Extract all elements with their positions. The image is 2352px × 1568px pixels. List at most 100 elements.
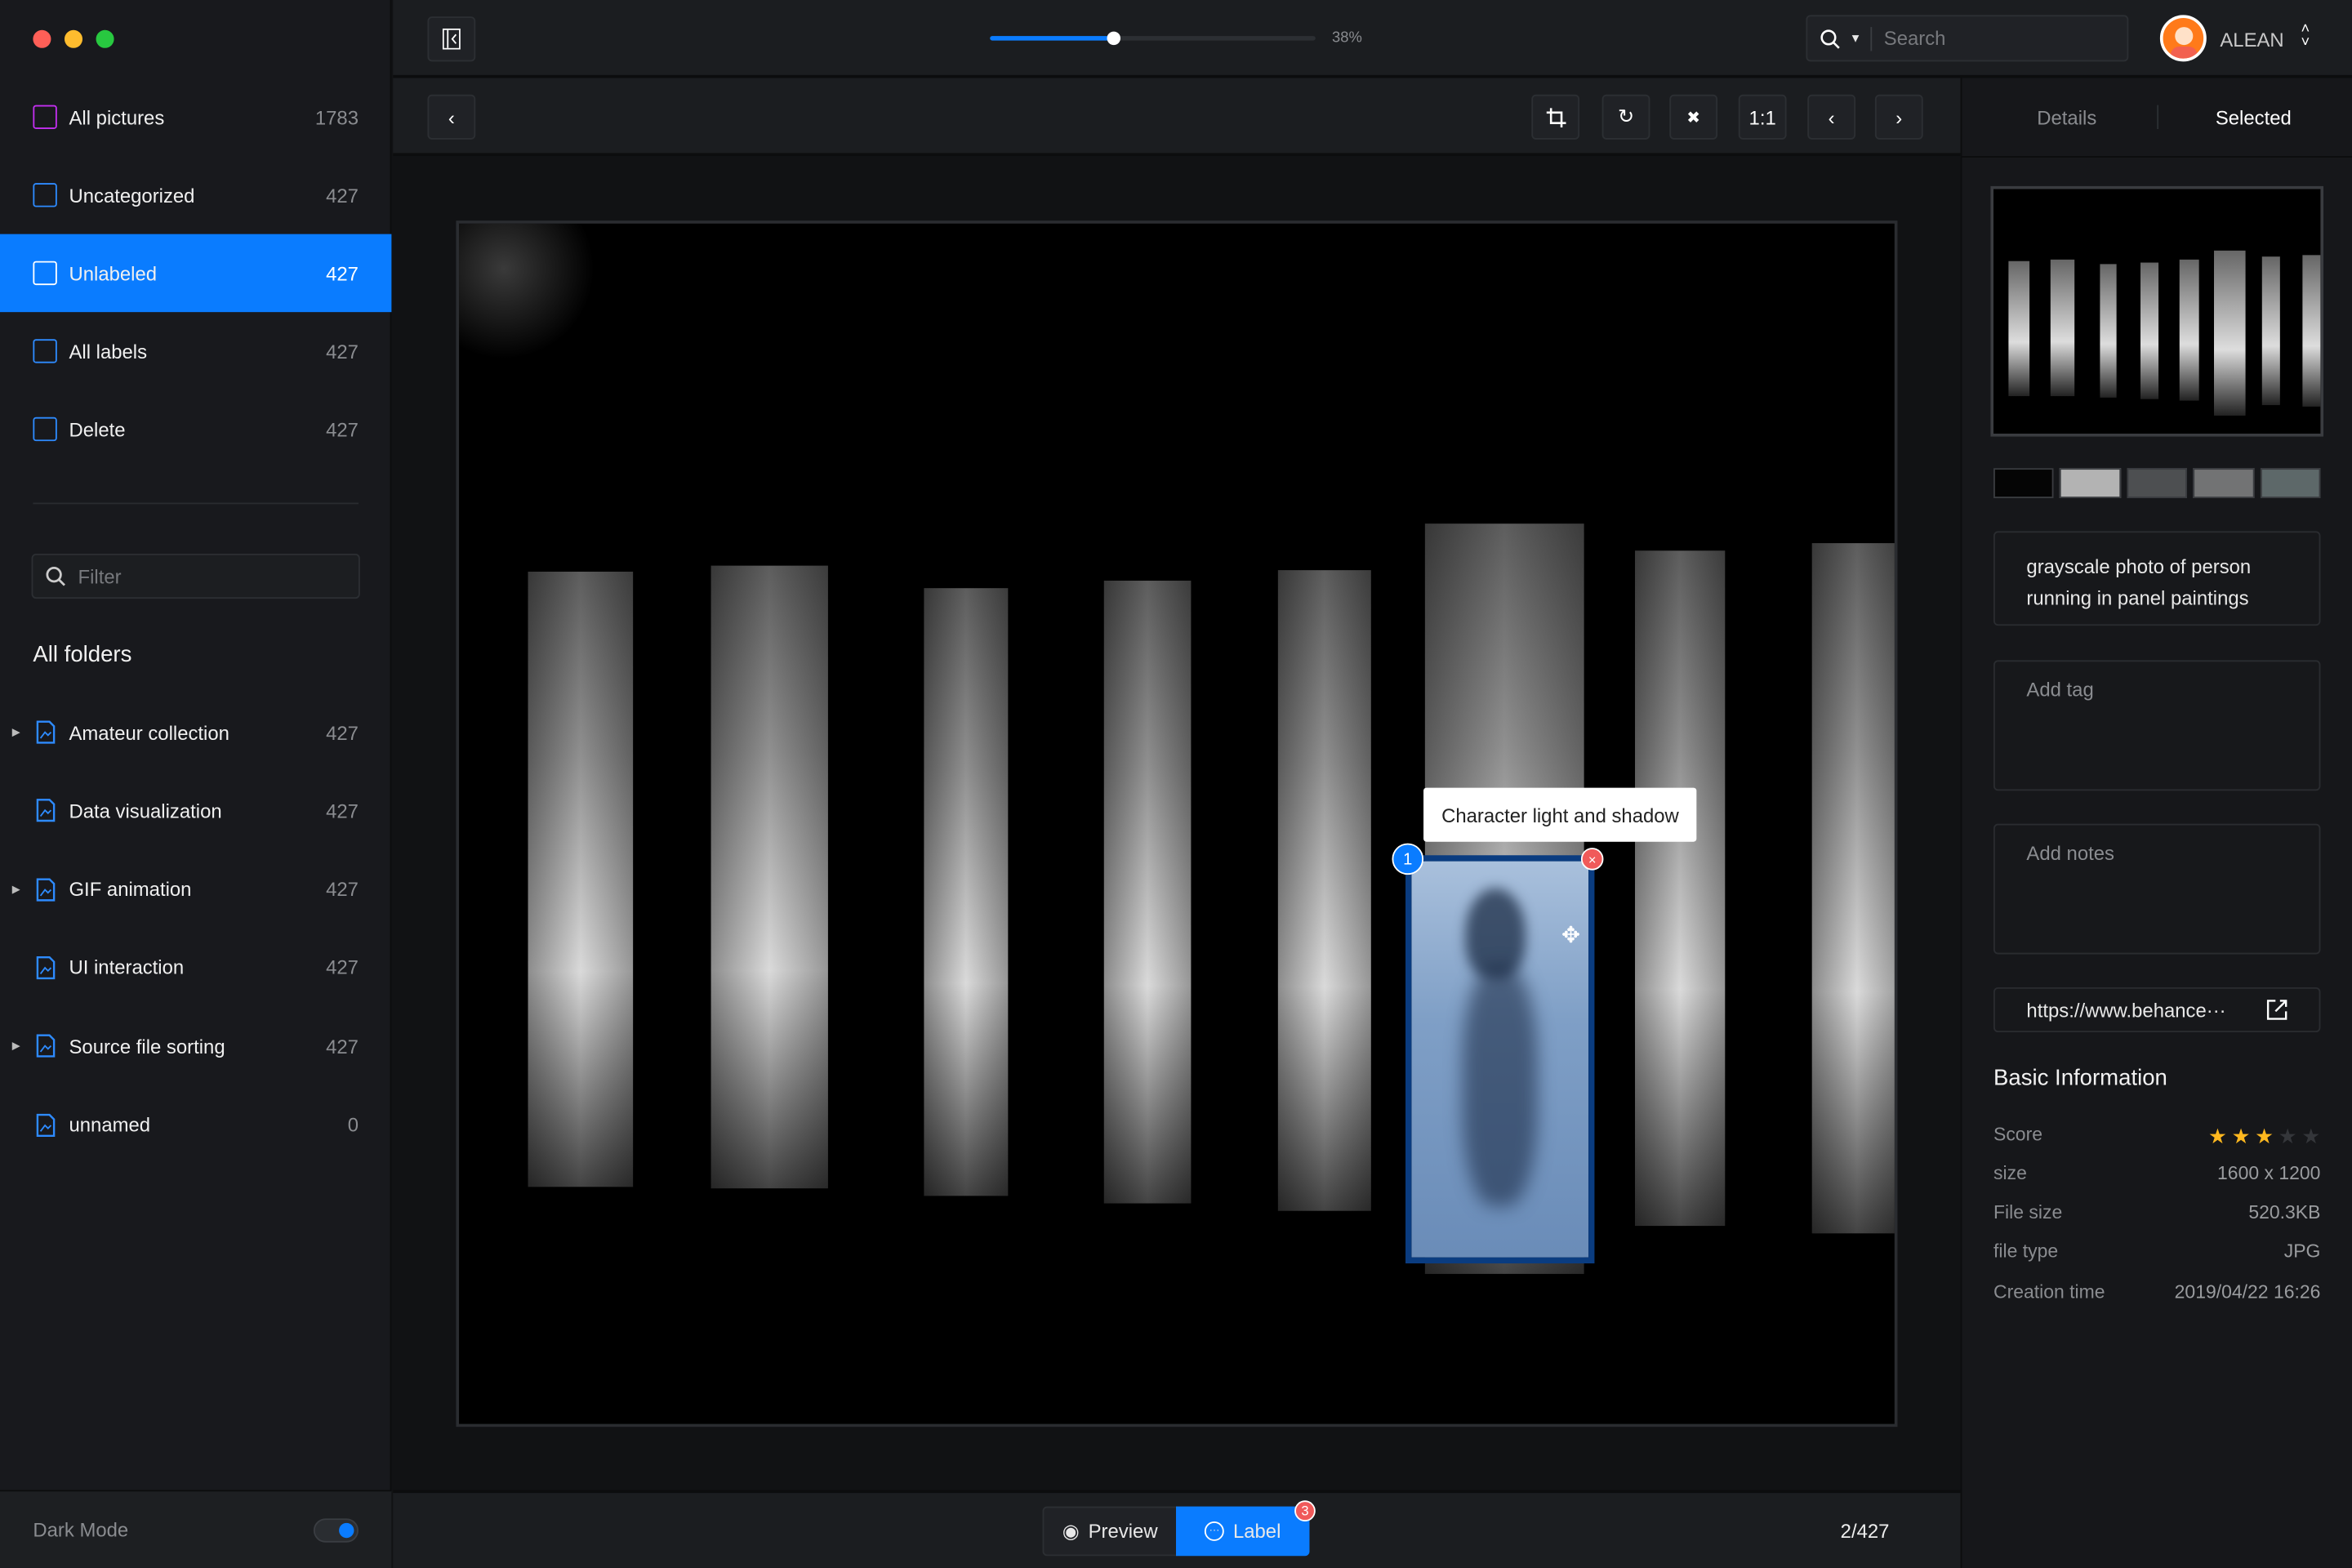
tab-details[interactable]: Details [2037,106,2096,129]
score-label: Score [1993,1124,2042,1145]
sidebar-item-label: All pictures [69,105,165,129]
dark-mode-label: Dark Mode [33,1518,129,1541]
thumbnail-panel [2051,259,2074,397]
info-value: JPG [2283,1241,2321,1263]
star-icon[interactable]: ★ [2208,1124,2227,1147]
add-tag-field[interactable]: Add tag [1993,660,2321,791]
sidebar-item-label: Uncategorized [69,184,195,207]
back-button[interactable]: ‹ [427,94,476,140]
sidebar-item-all-pictures[interactable]: All pictures 1783 [0,78,391,157]
annotation-label[interactable]: Character light and shadow [1423,787,1697,842]
window-minimize-button[interactable] [64,29,83,48]
source-link-text[interactable]: https://www.behance··· [2026,1000,2225,1022]
description-field[interactable]: grayscale photo of person running in pan… [1993,531,2321,626]
eye-icon: ◉ [1062,1519,1080,1542]
previous-image-button[interactable]: ‹ [1807,94,1856,140]
user-menu-chevron-icon[interactable]: ˄ ˅ [2301,22,2310,51]
actual-size-button[interactable]: 1:1 [1738,94,1787,140]
expand-caret-icon[interactable]: ▶ [12,883,20,895]
move-cursor-icon: ✥ [1561,922,1581,949]
collapse-sidebar-button[interactable] [427,16,476,62]
info-row: Creation time 2019/04/22 16:26 [1993,1281,2320,1302]
fit-screen-button[interactable]: ✖ [1669,94,1718,140]
search-input[interactable]: ▼ Search [1806,15,2129,62]
sidebar-item-unlabeled[interactable]: Unlabeled 427 [0,234,392,313]
thumbnail-panel [2140,262,2158,399]
folder-item[interactable]: ▶ Source file sorting 427 [0,1007,391,1085]
palette-swatch[interactable] [2060,468,2121,498]
photo-panel [528,572,634,1187]
annotation-delete-button[interactable]: × [1580,848,1604,871]
zoom-slider[interactable] [990,31,1316,46]
folder-label: Source file sorting [69,1035,225,1058]
star-icon[interactable]: ★ [2232,1124,2251,1147]
folder-item[interactable]: Data visualization 427 [0,772,391,850]
add-notes-field[interactable]: Add notes [1993,823,2321,955]
pictures-icon [33,105,57,130]
star-icon[interactable]: ★ [2255,1124,2274,1147]
folder-file-icon [33,956,56,979]
dark-mode-bar: Dark Mode [0,1490,392,1568]
photo-panel [1811,543,1895,1234]
zoom-slider-handle[interactable] [1107,31,1121,46]
sidebar-item-uncategorized[interactable]: Uncategorized 427 [0,156,391,234]
filter-input[interactable]: Filter [31,553,360,599]
label-count-badge: 3 [1294,1500,1316,1522]
window-maximize-button[interactable] [96,29,114,48]
folder-file-icon [33,1034,56,1058]
folder-count: 427 [326,956,359,979]
comment-icon: ··· [1205,1521,1224,1541]
folder-count: 427 [326,720,359,744]
thumbnail-panel [2180,260,2199,402]
collapse-arrows-icon: ✖ [1686,109,1701,127]
label-button[interactable]: ··· Label [1175,1506,1310,1557]
star-rating[interactable]: ★ ★ ★ ★ ★ [2204,1124,2320,1149]
folder-label: GIF animation [69,877,192,901]
divider [33,502,359,505]
info-value: 520.3KB [2248,1202,2321,1223]
palette-swatch[interactable] [2193,468,2254,498]
sidebar-collapse-icon [442,28,461,50]
tab-selected[interactable]: Selected [2216,106,2292,129]
folder-item[interactable]: UI interaction 427 [0,929,391,1007]
crop-button[interactable] [1531,94,1580,140]
external-link-icon[interactable] [2266,1000,2287,1021]
expand-caret-icon[interactable]: ▶ [12,726,20,738]
photo-panel [710,565,828,1189]
star-icon[interactable]: ★ [2278,1124,2297,1147]
sidebar-item-label: All labels [69,340,148,363]
folder-file-icon [33,720,56,744]
search-scope-dropdown-icon[interactable]: ▼ [1850,32,1862,46]
preview-button[interactable]: ◉ Preview [1042,1506,1178,1557]
annotation-box[interactable] [1405,855,1595,1264]
palette-swatch[interactable] [2260,468,2321,498]
thumbnail-panel [2099,264,2117,398]
dark-mode-toggle[interactable] [313,1518,359,1543]
folder-count: 427 [326,877,359,901]
source-link[interactable]: https://www.behance··· [1993,987,2321,1033]
score-row: Score ★ ★ ★ ★ ★ [1993,1124,2320,1149]
avatar[interactable] [2159,15,2207,62]
palette-swatch[interactable] [2127,468,2188,498]
user-name: ALEAN [2220,28,2284,51]
folder-item[interactable]: unnamed 0 [0,1085,391,1164]
bottom-bar: ◉ Preview ··· Label 3 2/427 [393,1490,1961,1568]
next-image-button[interactable]: › [1874,94,1923,140]
chevron-right-icon: › [1895,105,1903,129]
star-icon[interactable]: ★ [2301,1124,2320,1147]
rotate-button[interactable]: ↻ [1601,94,1650,140]
basic-info-title: Basic Information [1993,1065,2167,1091]
thumbnail-panel [2301,254,2320,407]
window-close-button[interactable] [33,29,51,48]
crop-icon [1545,107,1566,127]
folder-item[interactable]: ▶ GIF animation 427 [0,850,391,929]
palette-swatch[interactable] [1993,468,2055,498]
rotate-icon: ↻ [1617,105,1635,128]
folder-item[interactable]: ▶ Amateur collection 427 [0,693,391,772]
thumbnail-panel [2261,256,2280,405]
sidebar-item-delete[interactable]: Delete 427 [0,390,391,469]
sidebar-item-all-labels[interactable]: All labels 427 [0,312,391,390]
info-row: File size 520.3KB [1993,1202,2320,1223]
expand-caret-icon[interactable]: ▶ [12,1040,20,1052]
folder-file-icon [33,1112,56,1137]
